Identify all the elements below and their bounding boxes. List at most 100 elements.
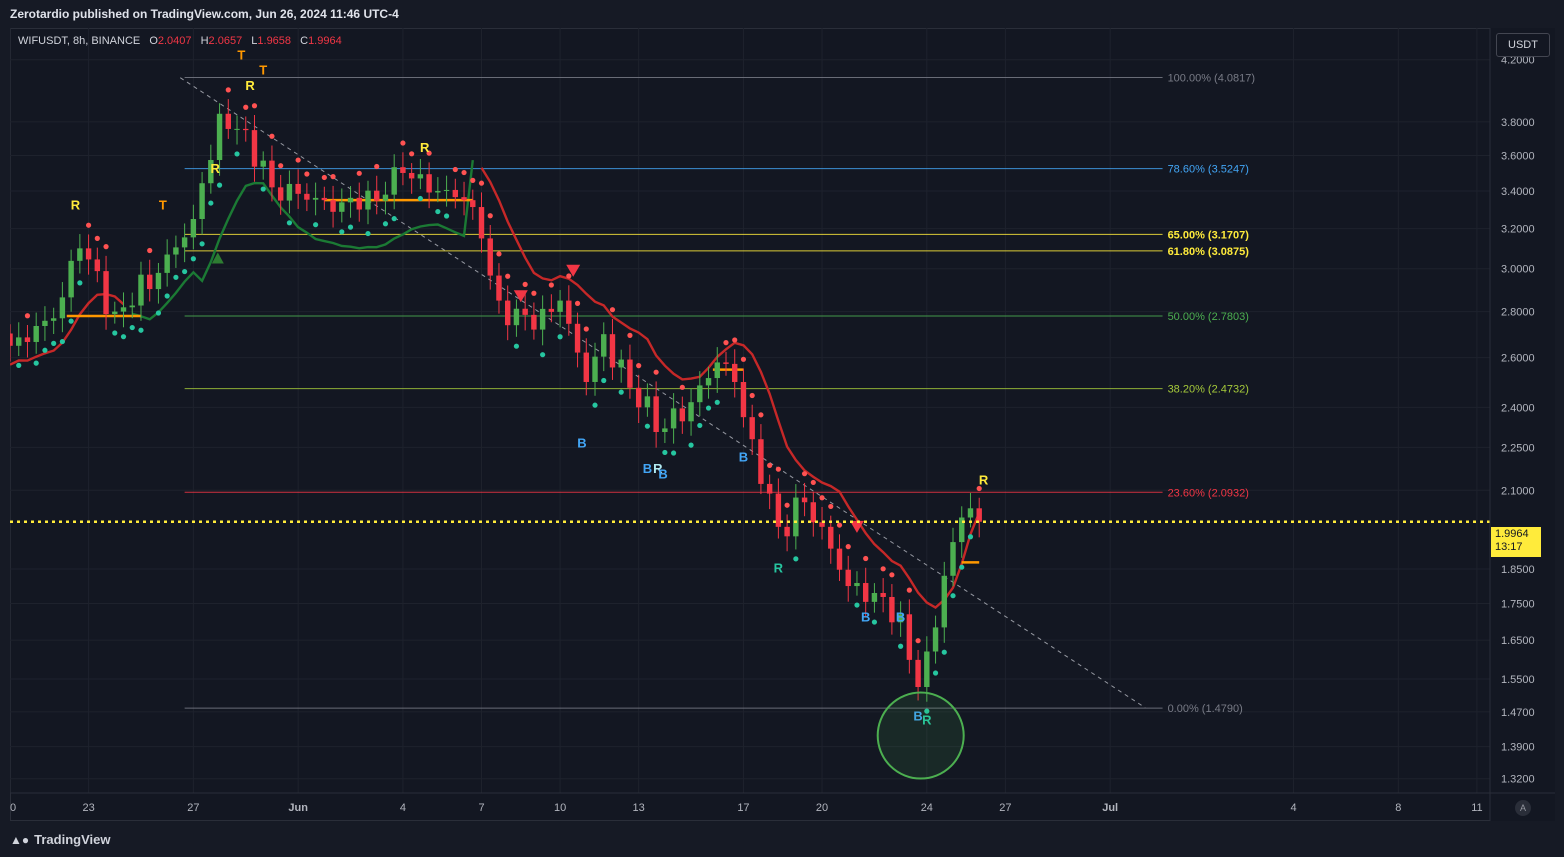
candle-body-47 [417, 174, 424, 179]
signal-dot-12 [112, 330, 118, 336]
price-chart[interactable]: 100.00% (4.0817) 78.60% (3.5247) 65.00% (3… [10, 28, 1555, 821]
signal-dot-36 [321, 174, 327, 181]
signal-label-0: R [71, 198, 81, 213]
signal-label-7: B [577, 435, 586, 450]
candle-body-89 [784, 526, 790, 537]
symbol-legend: WIFUSDT, 8h, BINANCE O2.0407 H2.0657 L1.… [18, 35, 348, 47]
signal-dot-10 [94, 235, 100, 241]
signal-dot-11 [103, 244, 109, 250]
signal-dot-101 [889, 572, 895, 578]
signal-dot-107 [941, 649, 947, 655]
candle-body-3 [33, 326, 39, 342]
candle-body-32 [286, 183, 293, 201]
price-tick-14: 1.5500 [1501, 674, 1535, 686]
signal-dot-86 [758, 412, 764, 418]
signal-labels: RTRTRTRBBRBBRBBBRR [71, 48, 989, 780]
candle-body-96 [845, 569, 851, 587]
candle-body-81 [714, 362, 720, 379]
candle-body-101 [889, 596, 895, 623]
candle-body-62 [548, 308, 555, 312]
candle-body-28 [251, 130, 258, 167]
candle-body-70 [618, 359, 624, 368]
time-tick-3: Jun [288, 802, 308, 814]
signal-dot-27 [243, 104, 249, 110]
signal-dot-106 [932, 670, 939, 676]
auto-scale-button[interactable]: A [1515, 800, 1531, 816]
candle-body-53 [470, 200, 476, 208]
tradingview-logo[interactable]: ▲● TradingView [10, 832, 110, 847]
candle-body-4 [42, 320, 48, 327]
time-tick-14: 8 [1395, 802, 1401, 814]
price-axis[interactable]: 4.20003.80003.60003.40003.20003.00002.80… [1489, 28, 1555, 821]
signal-dot-70 [618, 389, 624, 395]
candle-body-42 [374, 190, 380, 201]
currency-button[interactable]: USDT [1496, 33, 1550, 57]
signal-dot-73 [644, 423, 651, 429]
candle-body-98 [862, 583, 869, 602]
signal-label-12: R [774, 560, 784, 575]
signal-dot-99 [871, 619, 878, 625]
candle-body-30 [269, 160, 275, 188]
candle-body-36 [321, 197, 328, 201]
price-tick-3: 3.4000 [1501, 186, 1535, 198]
signal-label-14: B [896, 610, 905, 625]
candle-body-82 [723, 362, 729, 364]
time-tick-13: 4 [1290, 802, 1296, 814]
candle-body-91 [801, 497, 808, 503]
signal-dot-62 [548, 282, 554, 288]
marker-triangle-down-1 [513, 290, 528, 303]
candle-body-1 [16, 337, 22, 346]
signal-dot-25 [225, 87, 231, 93]
candle-body-17 [155, 272, 162, 290]
signal-dot-33 [295, 157, 301, 163]
signal-dot-54 [478, 180, 485, 186]
signal-dot-63 [557, 334, 563, 340]
signal-dot-24 [216, 182, 223, 188]
candle-body-108 [950, 542, 956, 576]
signal-dot-41 [365, 230, 371, 237]
signal-dot-15 [138, 327, 144, 333]
price-tick-7: 2.6000 [1501, 353, 1535, 365]
candle-body-71 [627, 359, 633, 388]
candle-body-39 [347, 197, 354, 203]
time-tick-8: 17 [737, 802, 749, 814]
signal-dot-95 [836, 522, 843, 528]
signal-dot-66 [583, 326, 589, 332]
price-tick-9: 2.2500 [1501, 442, 1535, 454]
candle-body-85 [749, 417, 755, 440]
candle-body-104 [915, 659, 921, 688]
tradingview-logo-icon: ▲● [10, 832, 30, 847]
signal-label-4: R [245, 78, 255, 93]
signal-dot-35 [313, 222, 319, 228]
publisher-bar: Zerotardio published on TradingView.com,… [0, 0, 1564, 28]
candle-body-13 [120, 307, 127, 312]
close-label: C [300, 35, 309, 47]
highlight-circle [876, 691, 965, 780]
time-tick-11: 27 [999, 802, 1011, 814]
candle-body-5 [50, 318, 57, 321]
candle-body-14 [129, 305, 135, 308]
candle-body-94 [828, 526, 834, 549]
signal-label-5: T [259, 63, 267, 78]
time-axis[interactable]: 20 23 27 Jun 4 7 10 13 17 20 24 27 Jul 4 8 11 [10, 792, 1555, 814]
signal-dot-43 [382, 221, 389, 227]
candle-body-16 [146, 274, 153, 290]
signal-dot-72 [636, 363, 642, 369]
candle-body-9 [85, 248, 92, 260]
candle-body-31 [277, 187, 284, 201]
signal-dot-61 [540, 352, 546, 358]
last-price-label: 1.9964 13:17 [1491, 527, 1541, 557]
candles [10, 99, 982, 702]
candle-body-59 [522, 308, 528, 315]
candle-body-50 [443, 189, 450, 191]
signal-dot-31 [278, 163, 284, 169]
signal-dot-104 [915, 638, 921, 644]
candle-body-51 [452, 189, 459, 198]
signal-dot-89 [784, 502, 790, 508]
signal-dot-13 [120, 334, 127, 340]
signal-dot-97 [854, 602, 860, 608]
chart-grid [10, 28, 1490, 793]
candle-body-65 [574, 323, 581, 353]
signal-dot-65 [574, 300, 581, 306]
fib-label-5: 38.20% (2.4732) [1168, 384, 1249, 396]
